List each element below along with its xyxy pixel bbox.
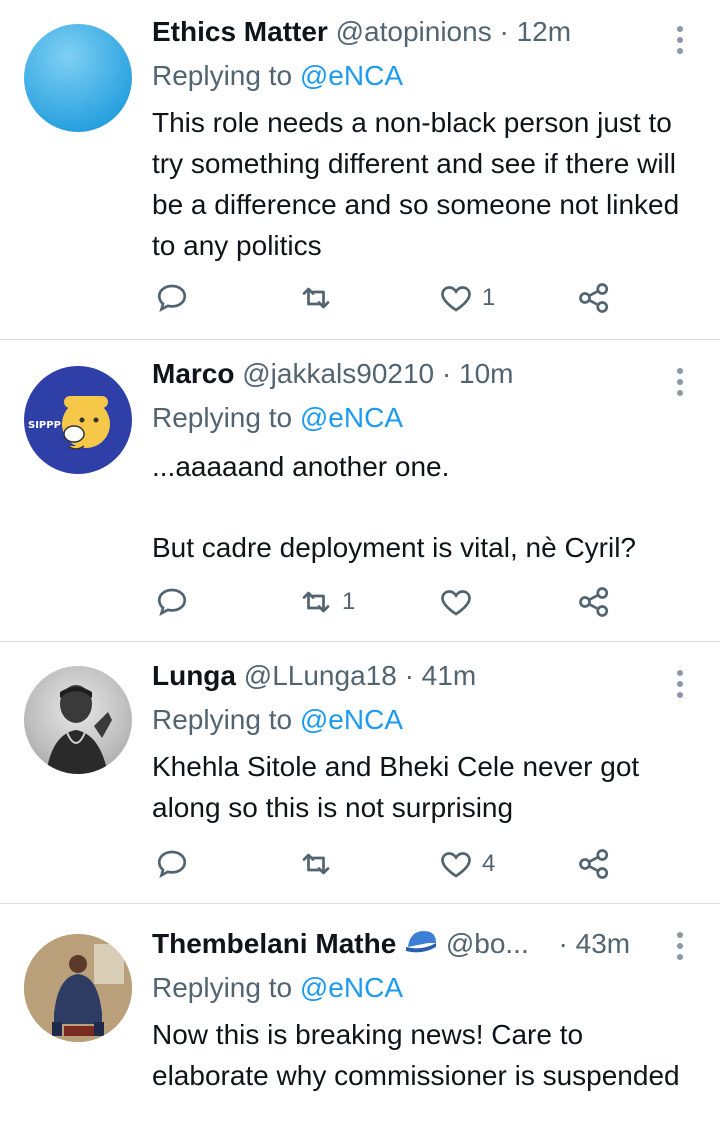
like-count: 1 bbox=[482, 284, 496, 311]
display-name[interactable]: Ethics Matter bbox=[152, 16, 328, 47]
avatar[interactable] bbox=[24, 934, 132, 1042]
reply-icon bbox=[157, 588, 187, 616]
divider bbox=[0, 903, 720, 904]
reply-button[interactable] bbox=[154, 844, 190, 884]
tweet-paragraph: Now this is breaking news! Care to elabo… bbox=[152, 1019, 680, 1091]
replying-label: Replying to bbox=[152, 60, 300, 91]
share-button[interactable] bbox=[576, 278, 612, 318]
tweet-paragraph: Khehla Sitole and Bheki Cele never got a… bbox=[152, 751, 640, 823]
replying-label: Replying to bbox=[152, 972, 300, 1003]
tweet-actions: 4 bbox=[152, 844, 632, 884]
more-vertical-icon[interactable] bbox=[670, 26, 690, 60]
tweet-text: Khehla Sitole and Bheki Cele never got a… bbox=[152, 746, 692, 828]
user-handle[interactable]: @jakkals90210 bbox=[242, 358, 434, 389]
tweet[interactable]: SIPPP Marco @jakkals90210 · 10m Replying… bbox=[0, 356, 720, 641]
user-handle[interactable]: @LLunga18 bbox=[244, 660, 397, 691]
avatar[interactable] bbox=[24, 24, 132, 132]
user-handle[interactable]: @atopinions bbox=[336, 16, 492, 47]
tweet-text: ...aaaaand another one. But cadre deploy… bbox=[152, 446, 692, 568]
tweet-header: Marco @jakkals90210 · 10m bbox=[152, 356, 513, 392]
retweet-button[interactable]: 1 bbox=[298, 582, 355, 622]
share-icon bbox=[579, 283, 609, 313]
mention-link[interactable]: @eNCA bbox=[300, 704, 403, 735]
mention-link[interactable]: @eNCA bbox=[300, 60, 403, 91]
like-button[interactable] bbox=[438, 582, 474, 622]
display-name[interactable]: Marco bbox=[152, 358, 234, 389]
reply-icon bbox=[157, 850, 187, 878]
reply-button[interactable] bbox=[154, 278, 190, 318]
display-name[interactable]: Thembelani Mathe bbox=[152, 928, 396, 959]
tweet-paragraph: ...aaaaand another one. bbox=[152, 451, 450, 482]
share-button[interactable] bbox=[576, 844, 612, 884]
mention-link[interactable]: @eNCA bbox=[300, 402, 403, 433]
avatar-lettering: SIPPP bbox=[28, 420, 61, 431]
retweet-count: 1 bbox=[342, 588, 356, 615]
retweet-button[interactable] bbox=[298, 278, 334, 318]
more-vertical-icon[interactable] bbox=[670, 670, 690, 704]
avatar[interactable] bbox=[24, 666, 132, 774]
reply-button[interactable] bbox=[154, 582, 190, 622]
timestamp[interactable]: · 12m bbox=[499, 16, 571, 47]
like-button[interactable]: 4 bbox=[438, 844, 495, 884]
tweet-actions: 1 bbox=[152, 278, 632, 318]
mention-link[interactable]: @eNCA bbox=[300, 972, 403, 1003]
tweet-text: Now this is breaking news! Care to elabo… bbox=[152, 1014, 692, 1096]
reply-icon bbox=[157, 284, 187, 312]
replying-to: Replying to @eNCA bbox=[152, 970, 403, 1006]
share-icon bbox=[579, 587, 609, 617]
tweet-actions: 1 bbox=[152, 582, 632, 622]
display-name[interactable]: Lunga bbox=[152, 660, 236, 691]
retweet-icon bbox=[302, 853, 330, 875]
tweet-paragraph: This role needs a non-black person just … bbox=[152, 107, 680, 261]
like-count: 4 bbox=[482, 850, 496, 877]
replying-to: Replying to @eNCA bbox=[152, 702, 403, 738]
divider bbox=[0, 339, 720, 340]
timestamp[interactable]: · 10m bbox=[442, 358, 514, 389]
timestamp[interactable]: · 41m bbox=[405, 660, 477, 691]
replying-to: Replying to @eNCA bbox=[152, 58, 403, 94]
retweet-button[interactable] bbox=[298, 844, 334, 884]
cartoon-sipping-avatar: SIPPP bbox=[28, 396, 110, 450]
blue-cap-emoji-icon bbox=[404, 927, 438, 964]
seated-person-photo-avatar bbox=[24, 934, 132, 1042]
reply-feed: Ethics Matter @atopinions · 12m Replying… bbox=[0, 0, 720, 1136]
grayscale-portrait-avatar bbox=[46, 685, 112, 774]
replying-to: Replying to @eNCA bbox=[152, 400, 403, 436]
replying-label: Replying to bbox=[152, 402, 300, 433]
retweet-icon bbox=[302, 591, 330, 613]
tweet-text: This role needs a non-black person just … bbox=[152, 102, 692, 266]
like-button[interactable]: 1 bbox=[438, 278, 495, 318]
tweet-paragraph: But cadre deployment is vital, nè Cyril? bbox=[152, 532, 636, 563]
heart-icon bbox=[441, 852, 471, 878]
tweet-header: Ethics Matter @atopinions · 12m bbox=[152, 14, 571, 50]
retweet-icon bbox=[302, 287, 330, 309]
tweet-header: Lunga @LLunga18 · 41m bbox=[152, 658, 476, 694]
tweet[interactable]: Thembelani Mathe @bo... · 43m Replying t… bbox=[0, 926, 720, 1136]
timestamp[interactable]: · 43m bbox=[559, 928, 631, 959]
user-handle[interactable]: @bo... bbox=[446, 928, 529, 959]
divider bbox=[0, 641, 720, 642]
share-button[interactable] bbox=[576, 582, 612, 622]
more-vertical-icon[interactable] bbox=[670, 932, 690, 966]
tweet-header: Thembelani Mathe @bo... · 43m bbox=[152, 926, 630, 964]
more-vertical-icon[interactable] bbox=[670, 368, 690, 402]
heart-icon bbox=[441, 590, 471, 616]
heart-icon bbox=[441, 286, 471, 312]
tweet[interactable]: Lunga @LLunga18 · 41m Replying to @eNCA … bbox=[0, 658, 720, 903]
share-icon bbox=[579, 849, 609, 879]
replying-label: Replying to bbox=[152, 704, 300, 735]
avatar[interactable]: SIPPP bbox=[24, 366, 132, 474]
tweet[interactable]: Ethics Matter @atopinions · 12m Replying… bbox=[0, 14, 720, 339]
